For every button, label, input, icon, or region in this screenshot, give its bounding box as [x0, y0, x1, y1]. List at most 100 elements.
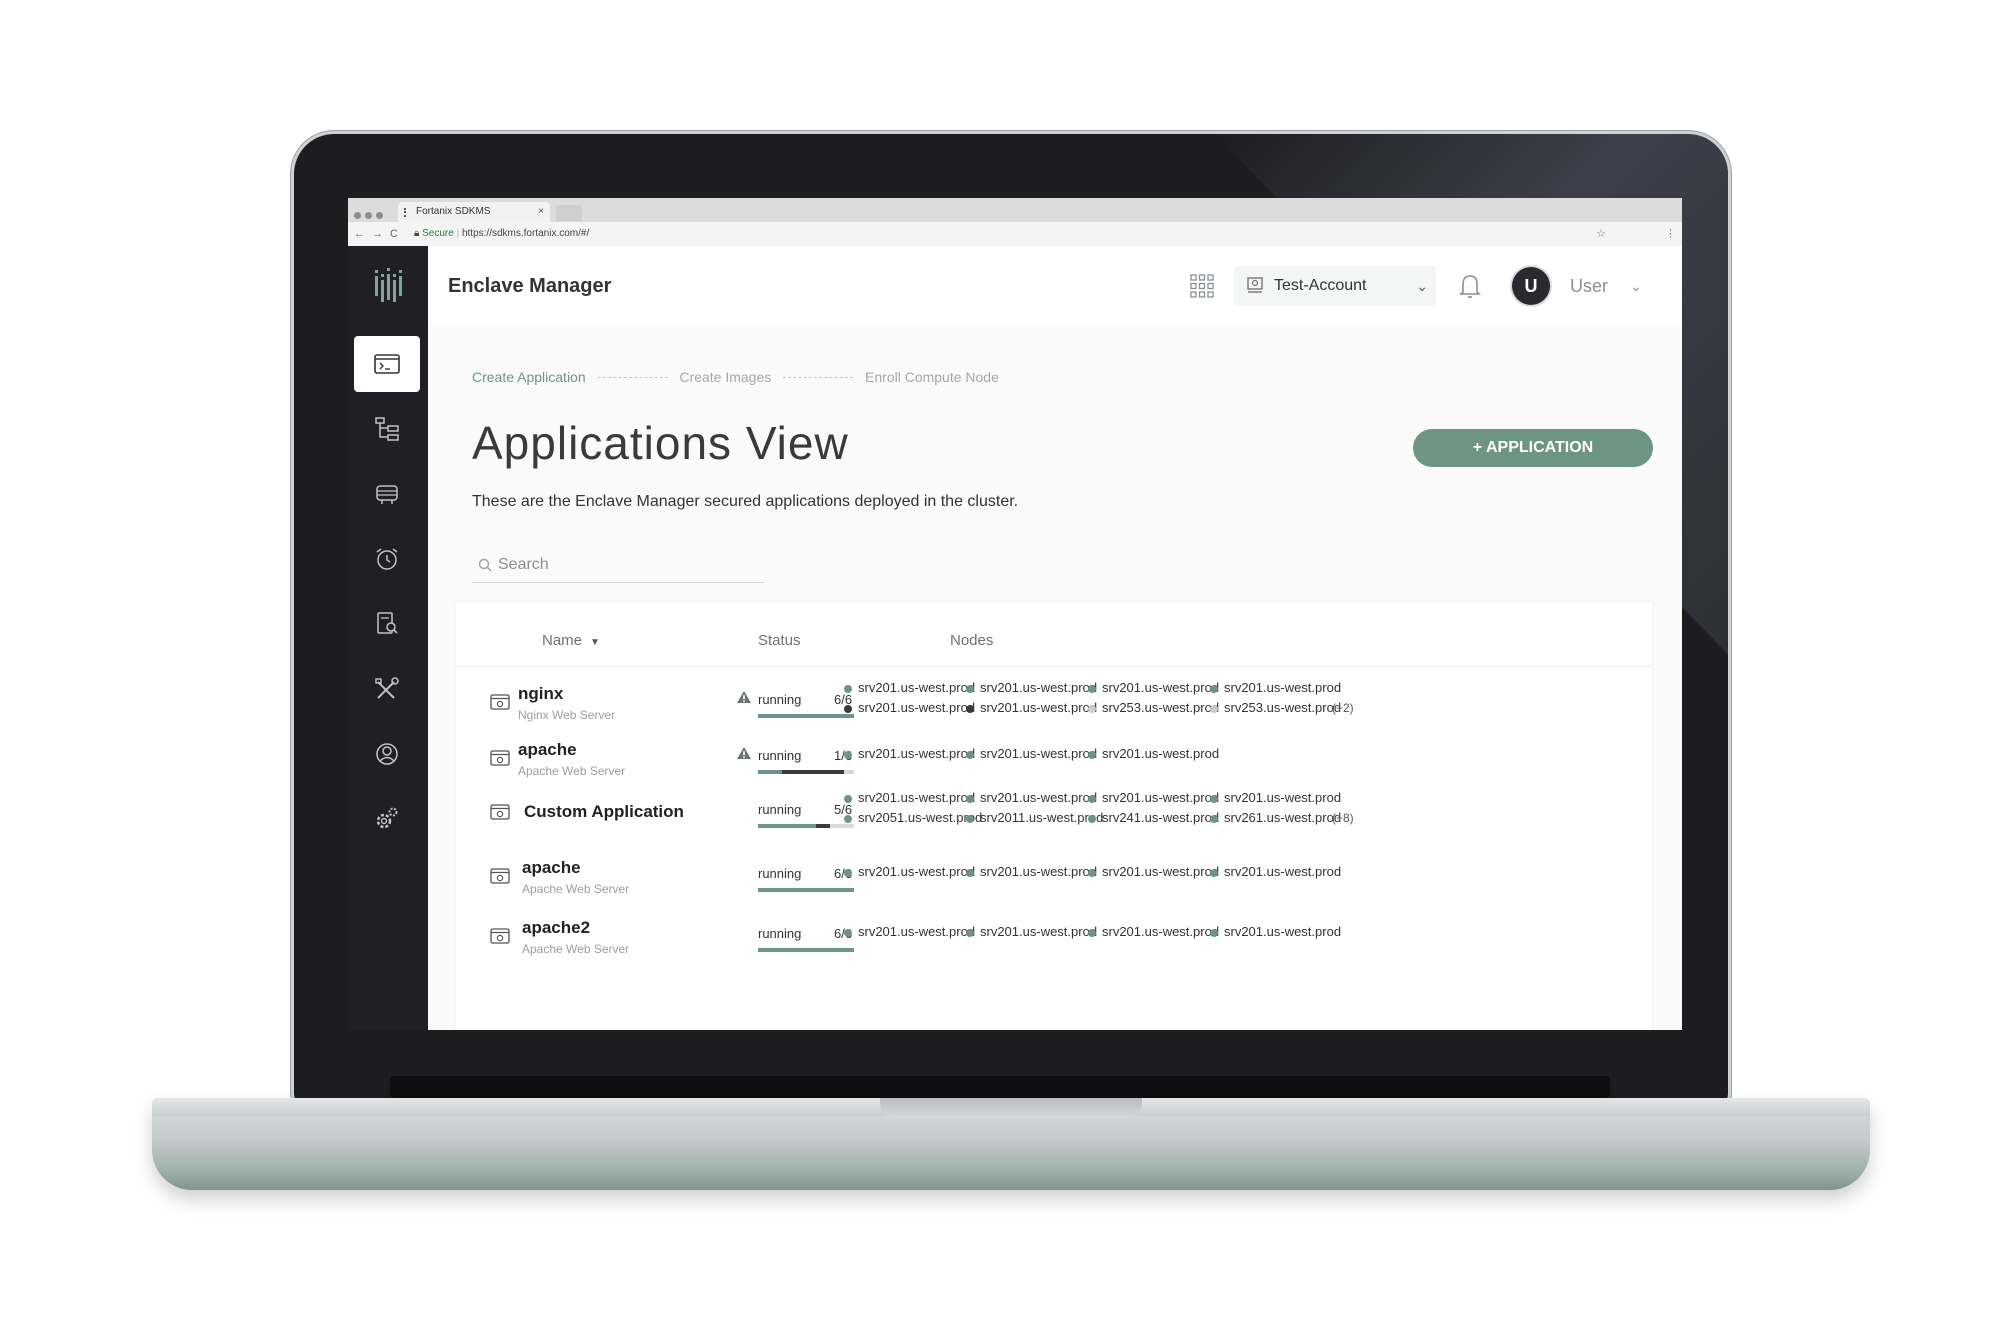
node-tag[interactable]: srv201.us-west.prod	[1210, 680, 1341, 695]
node-tag[interactable]: srv261.us-west.prod	[1210, 810, 1341, 825]
node-name: srv253.us-west.prod	[1224, 700, 1342, 715]
url-field[interactable]: 🔒︎ Secure | https://sdkms.fortanix.com/#…	[414, 222, 589, 246]
node-tag[interactable]: srv201.us-west.prod	[844, 746, 975, 761]
node-tag[interactable]: srv241.us-west.prod	[1088, 810, 1219, 825]
node-tag[interactable]: srv253.us-west.prod	[1088, 700, 1219, 715]
user-menu[interactable]: User	[1570, 246, 1608, 326]
application-name[interactable]: apache2	[522, 918, 590, 938]
node-tag[interactable]: srv2011.us-west.prod	[966, 810, 1103, 825]
sidebar-item-tools[interactable]	[354, 661, 420, 717]
more-nodes-count[interactable]: (+2)	[1332, 701, 1354, 715]
node-status-dot	[1210, 794, 1218, 803]
add-application-button[interactable]: + APPLICATION	[1413, 429, 1653, 467]
node-status-dot	[966, 704, 974, 713]
status-progress-bar	[758, 948, 854, 952]
node-tag[interactable]: srv201.us-west.prod	[966, 864, 1097, 879]
node-name: srv201.us-west.prod	[1102, 864, 1220, 879]
avatar[interactable]: U	[1512, 267, 1550, 305]
node-tag[interactable]: srv201.us-west.prod	[966, 790, 1097, 805]
browser-tab[interactable]: Fortanix SDKMS ×	[398, 202, 550, 222]
node-tag[interactable]: srv201.us-west.prod	[966, 700, 1097, 715]
node-tag[interactable]: srv201.us-west.prod	[1088, 924, 1219, 939]
application-name[interactable]: apache	[522, 858, 581, 878]
sidebar-item-applications[interactable]	[354, 336, 420, 392]
node-status-dot	[1088, 750, 1096, 759]
table-row[interactable]: apache2 Apache Web Server running 6/6 srv201…	[456, 902, 1652, 972]
node-tag[interactable]: srv201.us-west.prod	[1210, 864, 1341, 879]
wizard-steps: Create Application Create Images Enroll …	[472, 368, 999, 385]
column-header-name[interactable]: Name ▼	[542, 632, 600, 649]
column-header-nodes[interactable]: Nodes	[950, 632, 993, 649]
node-tag[interactable]: srv201.us-west.prod	[1088, 790, 1219, 805]
sidebar-item-settings[interactable]	[354, 791, 420, 847]
node-name: srv2011.us-west.prod	[980, 810, 1104, 825]
application-name[interactable]: Custom Application	[524, 802, 684, 822]
node-tag[interactable]: srv201.us-west.prod	[1088, 864, 1219, 879]
settings-gears-icon	[376, 807, 398, 829]
chevron-down-icon[interactable]: ⌄	[1630, 246, 1642, 326]
node-tag[interactable]: srv201.us-west.prod	[844, 680, 975, 695]
node-tag[interactable]: srv2051.us-west.prod	[844, 810, 982, 825]
node-tag[interactable]: srv201.us-west.prod	[1088, 746, 1219, 761]
maximize-window-dot[interactable]	[376, 212, 383, 219]
account-selector[interactable]: Test-Account ⌄	[1234, 266, 1436, 306]
hierarchy-icon	[375, 417, 399, 441]
table-row[interactable]: Custom Application running 5/6 srv201.us-we…	[456, 778, 1652, 848]
node-name: srv201.us-west.prod	[1102, 680, 1220, 695]
node-tag[interactable]: srv201.us-west.prod	[844, 864, 975, 879]
node-tag[interactable]: srv201.us-west.prod	[844, 700, 975, 715]
node-tag[interactable]: srv201.us-west.prod	[1088, 680, 1219, 695]
browser-menu-icon[interactable]: ⋮	[1665, 222, 1676, 246]
node-tag[interactable]: srv201.us-west.prod	[844, 924, 975, 939]
sort-down-icon[interactable]: ▼	[590, 637, 600, 648]
bookmark-star-icon[interactable]: ☆	[1596, 222, 1606, 246]
node-tag[interactable]: srv201.us-west.prod	[844, 790, 975, 805]
step-enroll-compute-node[interactable]: Enroll Compute Node	[865, 369, 999, 385]
node-tag[interactable]: srv201.us-west.prod	[1210, 790, 1341, 805]
progress-fill	[758, 770, 782, 774]
node-name: srv201.us-west.prod	[858, 924, 976, 939]
node-tag[interactable]: srv201.us-west.prod	[966, 680, 1097, 695]
sidebar-item-alerts[interactable]	[354, 531, 420, 587]
search-input[interactable]: Search	[472, 548, 764, 583]
tab-close-icon[interactable]: ×	[538, 202, 544, 222]
step-create-images[interactable]: Create Images	[679, 369, 771, 385]
status-label: running	[758, 748, 802, 763]
more-nodes-count[interactable]: (+8)	[1332, 811, 1354, 825]
node-name: srv201.us-west.prod	[858, 864, 976, 879]
status-progress-bar	[758, 888, 854, 892]
fortanix-logo[interactable]	[348, 246, 428, 326]
sidebar-item-images[interactable]	[354, 401, 420, 457]
step-create-application[interactable]: Create Application	[472, 369, 586, 385]
column-name-label: Name	[542, 632, 583, 649]
close-window-dot[interactable]	[354, 212, 361, 219]
step-connector	[597, 376, 668, 378]
node-tag[interactable]: srv201.us-west.prod	[1210, 924, 1341, 939]
sidebar-item-users[interactable]	[354, 726, 420, 782]
column-header-status[interactable]: Status	[758, 632, 801, 649]
node-tag[interactable]: srv201.us-west.prod	[966, 924, 1097, 939]
back-arrow-icon[interactable]: ←	[354, 222, 365, 246]
node-status-dot	[844, 750, 852, 759]
node-status-dot	[1210, 868, 1218, 877]
sidebar-item-nodes[interactable]	[354, 466, 420, 522]
application-subtitle: Apache Web Server	[522, 882, 630, 896]
application-name[interactable]: apache	[518, 740, 577, 760]
node-name: srv201.us-west.prod	[1102, 790, 1220, 805]
minimize-window-dot[interactable]	[365, 212, 372, 219]
node-tag[interactable]: srv253.us-west.prod	[1210, 700, 1341, 715]
node-status-dot	[844, 928, 852, 937]
node-name: srv201.us-west.prod	[858, 700, 976, 715]
sidebar-item-certificates[interactable]	[354, 596, 420, 652]
application-name[interactable]: nginx	[518, 684, 563, 704]
node-name: srv201.us-west.prod	[1224, 680, 1342, 695]
warning-icon	[737, 691, 751, 703]
app-switcher-button[interactable]	[1190, 274, 1214, 303]
forward-arrow-icon[interactable]: →	[372, 222, 383, 246]
node-tag[interactable]: srv201.us-west.prod	[966, 746, 1097, 761]
new-tab-button[interactable]	[556, 205, 582, 221]
application-window-icon	[490, 804, 510, 820]
account-name: Test-Account	[1274, 277, 1367, 294]
reload-icon[interactable]: C	[390, 222, 398, 246]
notifications-button[interactable]	[1458, 272, 1482, 305]
